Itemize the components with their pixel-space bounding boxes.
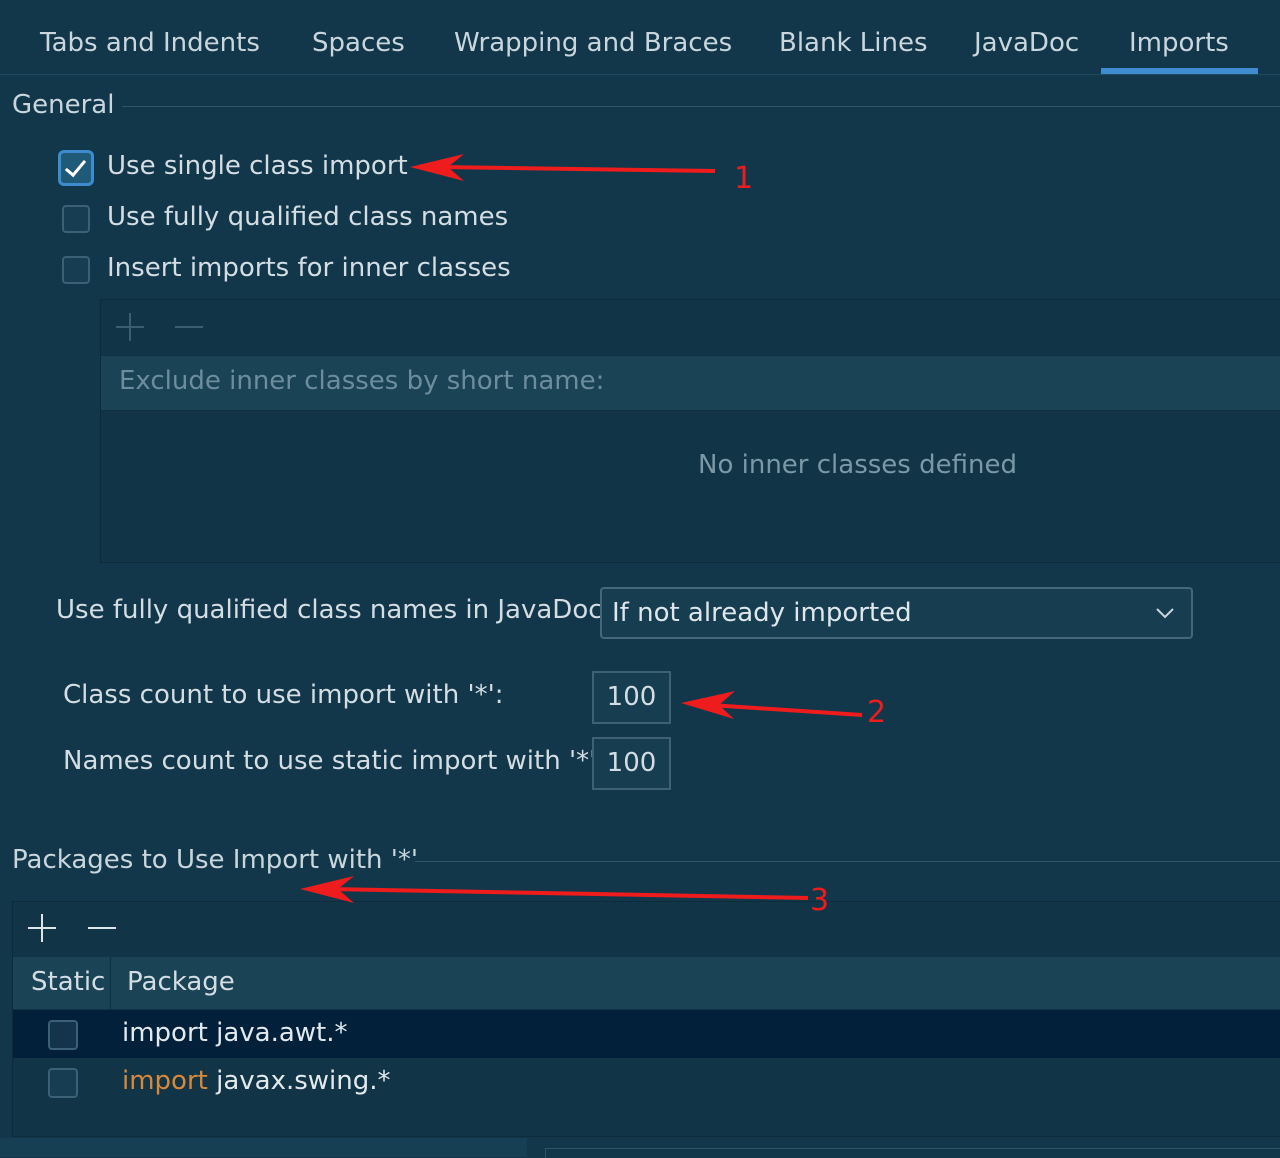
annotation-label-3: 3 (810, 883, 830, 918)
annotation-label-1: 1 (734, 161, 754, 196)
annotation-label-2: 2 (867, 695, 887, 730)
annotation-arrows (300, 154, 863, 903)
